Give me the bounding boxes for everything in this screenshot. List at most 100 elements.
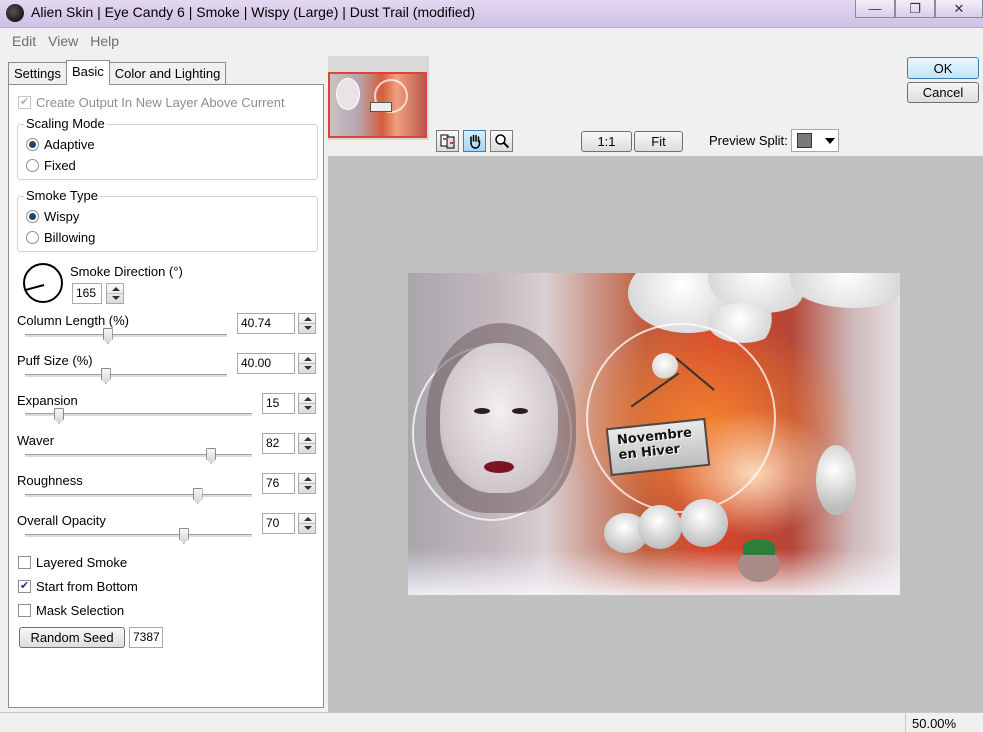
compare-before-after-button[interactable]: [436, 130, 459, 152]
smoke-wispy-radio[interactable]: [26, 210, 39, 223]
scaling-adaptive-radio[interactable]: [26, 138, 39, 151]
mask-selection-label: Mask Selection: [36, 603, 125, 618]
roughness-spinner[interactable]: [298, 473, 316, 494]
compare-icon: [440, 134, 454, 149]
mask-selection-checkbox[interactable]: [18, 604, 31, 617]
smoke-direction-label: Smoke Direction (°): [70, 264, 183, 279]
preview-ball: [652, 353, 678, 379]
navigator-thumbnail[interactable]: [328, 72, 427, 138]
column-length-slider-thumb[interactable]: [102, 328, 113, 344]
smoke-wispy-option[interactable]: Wispy: [26, 209, 79, 224]
smoke-direction-input[interactable]: 165: [72, 283, 102, 304]
start-from-bottom-option[interactable]: ✔ Start from Bottom: [18, 579, 138, 594]
minimize-button[interactable]: —: [855, 0, 895, 18]
preview-lips: [484, 461, 514, 473]
column-length-input[interactable]: 40.74: [237, 313, 295, 334]
tab-strip: Settings Basic Color and Lighting: [8, 60, 227, 85]
smoke-type-group: Smoke Type Wispy Billowing: [17, 188, 318, 252]
create-output-option: ✔ Create Output In New Layer Above Curre…: [18, 95, 285, 110]
preview-eye: [474, 408, 490, 414]
zoom-1to1-button[interactable]: 1:1: [581, 131, 632, 152]
layered-smoke-checkbox[interactable]: [18, 556, 31, 569]
waver-label: Waver: [17, 433, 55, 448]
scaling-adaptive-option[interactable]: Adaptive: [26, 137, 95, 152]
waver-spinner[interactable]: [298, 433, 316, 454]
column-length-track[interactable]: [25, 334, 227, 338]
tab-color-and-lighting[interactable]: Color and Lighting: [108, 62, 227, 84]
waver-input[interactable]: 82: [262, 433, 295, 454]
layered-smoke-option[interactable]: Layered Smoke: [18, 555, 127, 570]
expansion-slider-thumb[interactable]: [54, 408, 65, 424]
create-output-checkbox[interactable]: ✔: [18, 96, 31, 109]
start-from-bottom-checkbox[interactable]: ✔: [18, 580, 31, 593]
smoke-billowing-radio[interactable]: [26, 231, 39, 244]
window-controls: — ❐ ✕: [855, 0, 983, 20]
puff-size-track[interactable]: [25, 374, 227, 378]
menu-edit[interactable]: Edit: [6, 33, 42, 49]
smoke-direction-dial[interactable]: [23, 263, 63, 303]
preview-bird: [638, 505, 682, 549]
preview-ring: [586, 323, 776, 513]
zoom-tool-button[interactable]: [490, 130, 513, 152]
hand-tool-button[interactable]: [463, 130, 486, 152]
scaling-mode-label: Scaling Mode: [24, 116, 107, 131]
overall-opacity-label: Overall Opacity: [17, 513, 106, 528]
maximize-button[interactable]: ❐: [895, 0, 935, 18]
puff-size-spinner[interactable]: [298, 353, 316, 374]
window-title: Alien Skin | Eye Candy 6 | Smoke | Wispy…: [31, 4, 476, 20]
column-length-label: Column Length (%): [17, 313, 129, 328]
overall-opacity-track[interactable]: [25, 534, 252, 538]
scaling-fixed-label: Fixed: [44, 158, 76, 173]
hand-icon: [469, 134, 480, 149]
expansion-label: Expansion: [17, 393, 78, 408]
scaling-fixed-radio[interactable]: [26, 159, 39, 172]
preview-cloud: [788, 273, 900, 308]
expansion-spinner[interactable]: [298, 393, 316, 414]
chevron-down-icon: [825, 138, 835, 144]
tab-basic[interactable]: Basic: [65, 60, 110, 85]
thumbnail-face-image: [336, 78, 360, 110]
random-seed-button[interactable]: Random Seed: [19, 627, 125, 648]
puff-size-slider-thumb[interactable]: [100, 368, 111, 384]
roughness-track[interactable]: [25, 494, 252, 498]
menu-help[interactable]: Help: [84, 33, 125, 49]
waver-slider-thumb[interactable]: [206, 448, 217, 464]
random-seed-input[interactable]: 7387: [129, 627, 163, 648]
menu-bar: Edit View Help: [0, 28, 983, 54]
smoke-type-label: Smoke Type: [24, 188, 101, 203]
puff-size-input[interactable]: 40.00: [237, 353, 295, 374]
overall-opacity-slider-thumb[interactable]: [178, 528, 189, 544]
cancel-button[interactable]: Cancel: [907, 82, 979, 103]
layered-smoke-label: Layered Smoke: [36, 555, 128, 570]
preview-split-label: Preview Split:: [709, 133, 788, 148]
preview-snow: [408, 549, 900, 595]
close-button[interactable]: ✕: [935, 0, 983, 18]
alien-skin-icon: [6, 4, 24, 22]
tab-settings[interactable]: Settings: [8, 62, 67, 84]
preview-eye: [512, 408, 528, 414]
magnifier-icon: [494, 134, 509, 149]
smoke-billowing-option[interactable]: Billowing: [26, 230, 95, 245]
preview-bird: [680, 499, 728, 547]
waver-track[interactable]: [25, 454, 252, 458]
overall-opacity-input[interactable]: 70: [262, 513, 295, 534]
preview-image[interactable]: Novembre en Hiver: [408, 273, 900, 595]
ok-button[interactable]: OK: [907, 57, 979, 79]
title-bar: Alien Skin | Eye Candy 6 | Smoke | Wispy…: [0, 0, 983, 28]
thumbnail-sign-image: [370, 102, 392, 112]
dial-hand: [24, 284, 45, 292]
expansion-input[interactable]: 15: [262, 393, 295, 414]
smoke-direction-spinner[interactable]: [106, 283, 124, 304]
column-length-spinner[interactable]: [298, 313, 316, 334]
scaling-mode-group: Scaling Mode Adaptive Fixed: [17, 116, 318, 180]
menu-view[interactable]: View: [42, 33, 84, 49]
mask-selection-option[interactable]: Mask Selection: [18, 603, 124, 618]
fit-button[interactable]: Fit: [634, 131, 683, 152]
overall-opacity-spinner[interactable]: [298, 513, 316, 534]
start-from-bottom-label: Start from Bottom: [36, 579, 138, 594]
smoke-billowing-label: Billowing: [44, 230, 96, 245]
roughness-input[interactable]: 76: [262, 473, 295, 494]
roughness-slider-thumb[interactable]: [192, 488, 203, 504]
scaling-fixed-option[interactable]: Fixed: [26, 158, 76, 173]
preview-split-dropdown[interactable]: [791, 129, 839, 152]
